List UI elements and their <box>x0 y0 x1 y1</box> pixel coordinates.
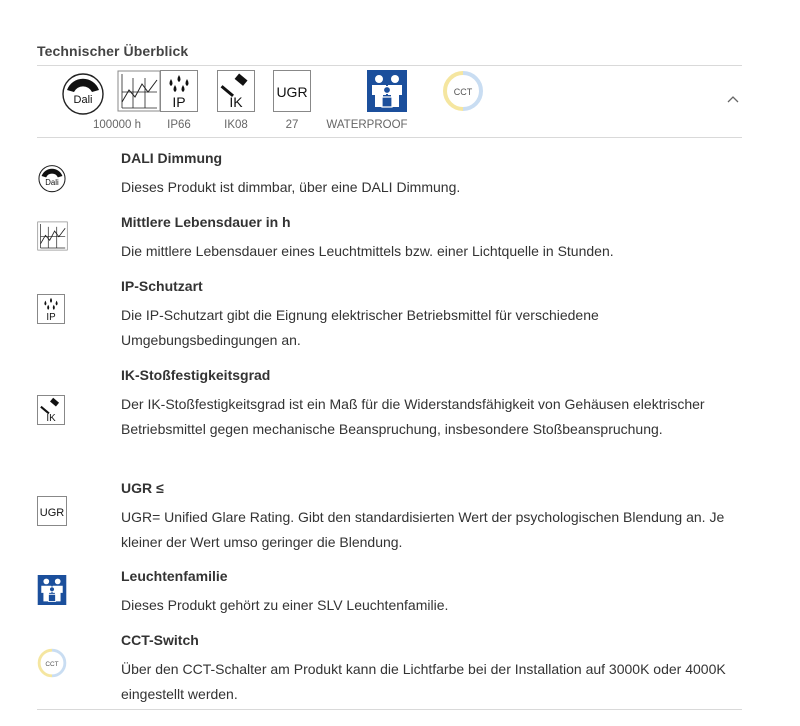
detail-lifetime: Mittlere Lebensdauer in h Die mittlere L… <box>37 214 742 264</box>
detail-text: Der IK-Stoßfestigkeitsgrad ist ein Maß f… <box>121 396 705 437</box>
detail-ugr: UGR UGR ≤ UGR= Unified Glare Rating. Gib… <box>37 480 742 552</box>
ip-icon: IP <box>37 294 65 324</box>
svg-text:CCT: CCT <box>454 87 473 97</box>
svg-text:IP: IP <box>172 94 185 110</box>
overview-icon-row[interactable]: Dali 100000 h IP IP66 IK IK08 UGR 27 WAT… <box>37 70 742 134</box>
lifetime-icon <box>37 221 68 251</box>
detail-dali: Dali DALI Dimmung Dieses Produkt ist dim… <box>37 150 742 200</box>
detail-text: Die IP-Schutzart gibt die Eignung elektr… <box>121 307 599 348</box>
detail-text: Die mittlere Lebensdauer eines Leuchtmit… <box>121 243 614 259</box>
cct-icon: CCT <box>37 648 67 678</box>
detail-title: IK-Stoßfestigkeitsgrad <box>121 367 271 383</box>
dali-icon: Dali <box>38 165 66 193</box>
detail-text: Dieses Produkt ist dimmbar, über eine DA… <box>121 179 461 195</box>
cct-icon: CCT <box>443 71 483 111</box>
detail-title: IP-Schutzart <box>121 278 203 294</box>
detail-text: UGR= Unified Glare Rating. Gibt den stan… <box>121 509 725 550</box>
detail-ik: IK IK-Stoßfestigkeitsgrad Der IK-Stoßfes… <box>37 367 742 462</box>
detail-ip: IP IP-Schutzart Die IP-Schutzart gibt di… <box>37 278 742 350</box>
svg-text:IK: IK <box>229 94 243 110</box>
svg-text:Dali: Dali <box>45 178 59 187</box>
detail-title: CCT-Switch <box>121 632 199 648</box>
ik-icon: IK <box>217 70 255 112</box>
detail-text: Dieses Produkt gehört zu einer SLV Leuch… <box>121 597 449 613</box>
family-icon <box>37 575 67 605</box>
section-title: Technischer Überblick <box>37 43 189 59</box>
detail-text: Über den CCT-Schalter am Produkt kann di… <box>121 661 726 702</box>
divider <box>37 65 742 66</box>
detail-title: Leuchtenfamilie <box>121 568 228 584</box>
family-icon <box>367 70 407 112</box>
ik-icon: IK <box>37 395 65 425</box>
svg-text:CCT: CCT <box>45 661 58 668</box>
divider <box>37 709 742 710</box>
lifetime-icon <box>117 70 161 112</box>
detail-title: Mittlere Lebensdauer in h <box>121 214 291 230</box>
ugr-icon: UGR <box>273 70 311 112</box>
ip-icon: IP <box>160 70 198 112</box>
detail-title: DALI Dimmung <box>121 150 223 166</box>
svg-text:UGR: UGR <box>40 507 65 519</box>
svg-text:UGR: UGR <box>276 84 307 100</box>
ugr-icon: UGR <box>37 496 67 526</box>
divider <box>37 137 742 138</box>
svg-text:IP: IP <box>46 312 56 323</box>
dali-icon: Dali <box>62 73 104 115</box>
svg-text:Dali: Dali <box>74 94 93 106</box>
detail-title: UGR ≤ <box>121 480 164 496</box>
chevron-up-icon[interactable] <box>726 94 740 104</box>
svg-text:IK: IK <box>46 413 56 424</box>
detail-family: Leuchtenfamilie Dieses Produkt gehört zu… <box>37 568 742 618</box>
detail-cct: CCT CCT-Switch Über den CCT-Schalter am … <box>37 632 742 704</box>
